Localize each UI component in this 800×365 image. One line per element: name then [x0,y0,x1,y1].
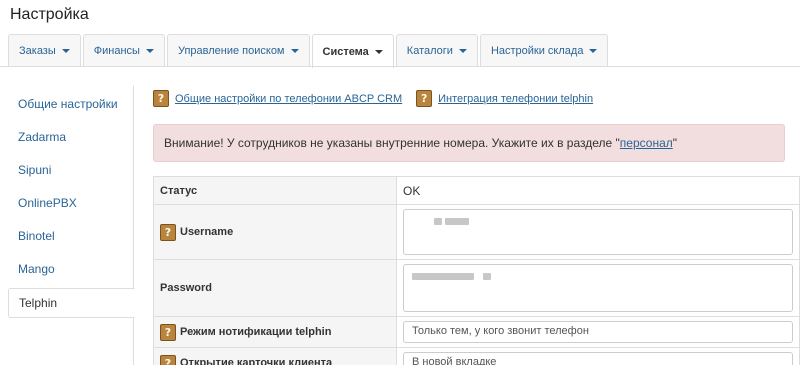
masked-value [445,218,469,225]
notify-mode-select[interactable]: Только тем, у кого звонит телефон [403,321,793,343]
username-input[interactable] [403,209,793,255]
tab-catalogs[interactable]: Каталоги [395,34,478,67]
table-row: ? Открытие карточки клиента В новой вкла… [153,347,800,365]
open-card-label: Открытие карточки клиента [180,357,333,365]
sidebar-item-general[interactable]: Общие настройки [8,89,134,119]
username-label: Username [180,226,234,238]
caret-down-icon [61,49,70,53]
masked-value [483,273,491,280]
tab-orders[interactable]: Заказы [8,34,81,67]
caret-down-icon [589,49,598,53]
help-book-icon: ? [153,90,169,107]
table-row: Статус OK [153,176,800,205]
tab-finance[interactable]: Финансы [82,34,165,67]
page-title: Настройка [10,6,89,23]
caret-down-icon [458,49,467,53]
password-label: Password [153,259,397,317]
status-value: OK [396,176,800,205]
password-input[interactable] [403,264,793,312]
sidebar-nav: Общие настройки Zadarma Sipuni OnlinePBX… [8,86,135,365]
alert-text: Внимание! У сотрудников не указаны внутр… [164,136,678,150]
caret-down-icon [374,49,383,54]
sidebar-item-sipuni[interactable]: Sipuni [8,155,134,185]
sidebar-item-zadarma[interactable]: Zadarma [8,122,134,152]
table-row: Password [153,259,800,317]
sidebar-item-telphin[interactable]: Telphin [8,288,135,318]
help-book-icon: ? [416,90,433,107]
tabs-divider [0,66,800,67]
help-links: ? Общие настройки по телефонии ABCP CRM … [153,90,593,107]
link-abcp-telephony-settings[interactable]: Общие настройки по телефонии ABCP CRM [175,93,402,105]
status-label: Статус [153,176,397,205]
tab-search-management[interactable]: Управление поиском [166,34,310,67]
masked-value [434,218,442,225]
link-telphin-integration[interactable]: Интеграция телефонии telphin [438,93,593,105]
table-row: ? Режим нотификации telphin Только тем, … [153,316,800,348]
caret-down-icon [290,49,299,53]
tab-warehouse-settings[interactable]: Настройки склада [479,34,609,67]
masked-value [412,273,474,280]
sidebar-item-mango[interactable]: Mango [8,254,134,284]
main-tabs: Заказы Финансы Управление поиском Систем… [8,34,609,68]
personnel-link[interactable]: персонал [620,136,673,150]
open-card-select[interactable]: В новой вкладке [403,352,793,365]
sidebar-item-onlinepbx[interactable]: OnlinePBX [8,188,134,218]
tab-system[interactable]: Система [311,34,394,68]
caret-down-icon [145,49,154,53]
help-book-icon[interactable]: ? [160,323,176,341]
warning-alert: Внимание! У сотрудников не указаны внутр… [153,124,785,162]
notify-mode-label: Режим нотификации telphin [180,326,332,338]
table-row: ? Username [153,204,800,260]
sidebar-item-binotel[interactable]: Binotel [8,221,134,251]
help-book-icon[interactable]: ? [160,223,176,241]
help-book-icon[interactable]: ? [160,354,176,365]
telphin-settings-table: Статус OK ? Username Password ? Режим но [153,176,800,365]
